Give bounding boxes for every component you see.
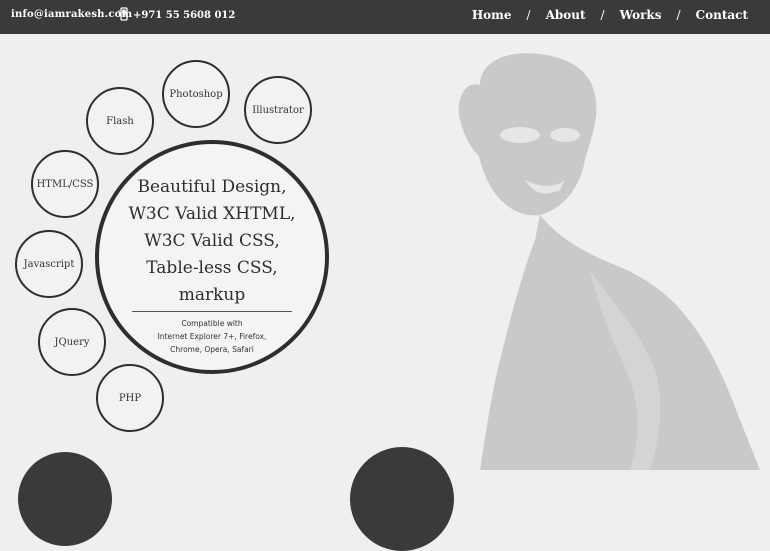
skill-bubble-flash[interactable]: Flash: [86, 87, 154, 155]
compat-line: Internet Explorer 7+, Firefox,: [157, 332, 267, 341]
feature-circle: Beautiful Design, W3C Valid XHTML, W3C V…: [95, 140, 329, 374]
skill-bubble-illustrator[interactable]: Illustrator: [244, 76, 312, 144]
skill-bubble-php[interactable]: PHP: [96, 364, 164, 432]
nav-separator: /: [676, 8, 681, 22]
skill-label: Flash: [106, 115, 134, 127]
skill-bubble-javascript[interactable]: Javascript: [15, 230, 83, 298]
nav-home[interactable]: Home: [472, 8, 512, 22]
feature-headline: Beautiful Design, W3C Valid XHTML, W3C V…: [99, 174, 325, 309]
nav-about[interactable]: About: [546, 8, 586, 22]
nav-separator: /: [600, 8, 605, 22]
feature-line: Beautiful Design,: [137, 177, 287, 197]
compat-line: Compatible with: [181, 319, 243, 328]
skill-bubble-photoshop[interactable]: Photoshop: [162, 60, 230, 128]
mobile-phone-icon: [118, 7, 130, 24]
skill-label: Illustrator: [252, 104, 304, 116]
top-bar: info@iamrakesh.com +971 55 5608 012 Home…: [0, 0, 770, 34]
contact-phone: +971 55 5608 012: [118, 7, 235, 24]
skill-label: PHP: [118, 392, 142, 404]
feature-line: W3C Valid CSS,: [144, 231, 280, 251]
nav-works[interactable]: Works: [620, 8, 662, 22]
nav-separator: /: [526, 8, 531, 22]
feature-divider: [132, 311, 292, 312]
skill-label: JQuery: [54, 336, 90, 348]
feature-line: markup: [178, 285, 246, 305]
skill-bubble-html-css[interactable]: HTML/CSS: [31, 150, 99, 218]
skill-label: HTML/CSS: [36, 178, 94, 190]
phone-number: +971 55 5608 012: [133, 10, 236, 21]
nav-contact[interactable]: Contact: [696, 8, 748, 22]
bottom-circle-left: [18, 452, 112, 546]
feature-line: W3C Valid XHTML,: [128, 204, 296, 224]
bottom-circle-right: [350, 447, 454, 551]
portrait-image: [440, 40, 770, 474]
skill-label: Javascript: [23, 258, 75, 270]
browser-compatibility: Compatible with Internet Explorer 7+, Fi…: [99, 317, 325, 356]
contact-email[interactable]: info@iamrakesh.com: [11, 9, 132, 20]
main-nav: Home / About / Works / Contact: [472, 8, 748, 22]
feature-line: Table-less CSS,: [146, 258, 278, 278]
compat-line: Chrome, Opera, Safari: [170, 345, 254, 354]
skill-label: Photoshop: [169, 88, 223, 100]
skill-bubble-jquery[interactable]: JQuery: [38, 308, 106, 376]
